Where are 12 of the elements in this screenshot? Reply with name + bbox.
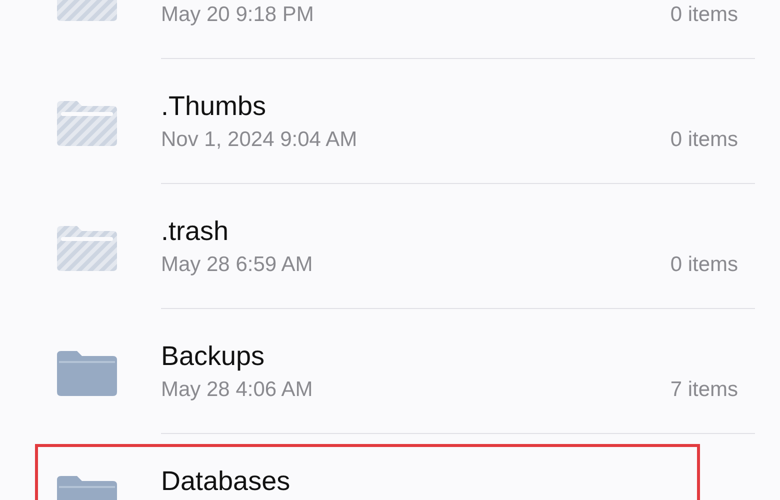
folder-name: .trash: [161, 215, 229, 247]
modified-date: Nov 1, 2024 9:04 AM: [161, 127, 358, 153]
item-count: 0 items: [670, 127, 738, 153]
modified-date: May 28 6:59 AM: [161, 252, 313, 278]
folder-name: Backups: [161, 340, 265, 372]
folder-name: Databases: [161, 465, 290, 497]
item-count: 0 items: [670, 252, 738, 278]
modified-date: May 28 4:06 AM: [161, 377, 313, 403]
item-count: 7 items: [670, 377, 738, 403]
item-count: 0 items: [670, 2, 738, 28]
folder-name: .Thumbs: [161, 90, 266, 122]
modified-date: May 20 9:18 PM: [161, 2, 314, 28]
